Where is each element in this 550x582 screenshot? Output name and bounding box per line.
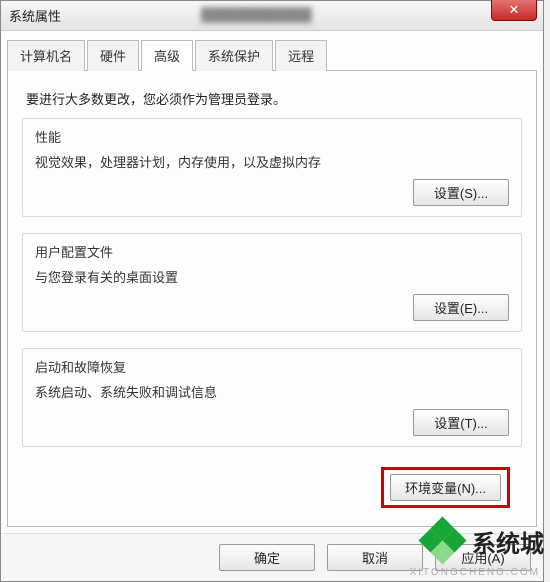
- group-startup-recovery-title: 启动和故障恢复: [35, 357, 509, 376]
- env-vars-highlight: 环境变量(N)...: [381, 467, 510, 508]
- group-user-profiles-desc: 与您登录有关的桌面设置: [35, 267, 509, 286]
- tab-computer-name[interactable]: 计算机名: [7, 40, 85, 71]
- tab-system-protection[interactable]: 系统保护: [195, 40, 273, 71]
- tab-advanced[interactable]: 高级: [141, 40, 193, 71]
- close-button[interactable]: ✕: [491, 0, 537, 21]
- group-performance-title: 性能: [35, 127, 509, 146]
- client-area: 计算机名 硬件 高级 系统保护 远程 要进行大多数更改，您必须作为管理员登录。 …: [1, 31, 543, 533]
- window-title: 系统属性: [9, 6, 61, 25]
- ok-button[interactable]: 确定: [219, 544, 315, 571]
- close-icon: ✕: [509, 2, 520, 18]
- user-profiles-settings-button[interactable]: 设置(E)...: [413, 294, 509, 321]
- row: 设置(E)...: [35, 294, 509, 321]
- blurred-text: ████████████: [201, 7, 312, 22]
- group-user-profiles: 用户配置文件 与您登录有关的桌面设置 设置(E)...: [22, 233, 522, 332]
- group-startup-recovery: 启动和故障恢复 系统启动、系统失败和调试信息 设置(T)...: [22, 348, 522, 447]
- group-performance: 性能 视觉效果，处理器计划，内存使用，以及虚拟内存 设置(S)...: [22, 118, 522, 217]
- titlebar: 系统属性 ████████████ ✕: [1, 1, 543, 31]
- environment-variables-button[interactable]: 环境变量(N)...: [390, 474, 501, 501]
- group-performance-desc: 视觉效果，处理器计划，内存使用，以及虚拟内存: [35, 152, 509, 171]
- group-user-profiles-title: 用户配置文件: [35, 242, 509, 261]
- row: 设置(S)...: [35, 179, 509, 206]
- tab-remote[interactable]: 远程: [275, 40, 327, 71]
- env-row: 环境变量(N)...: [22, 463, 522, 512]
- tab-strip: 计算机名 硬件 高级 系统保护 远程: [7, 39, 537, 71]
- group-startup-recovery-desc: 系统启动、系统失败和调试信息: [35, 382, 509, 401]
- system-properties-window: 系统属性 ████████████ ✕ 计算机名 硬件 高级 系统保护 远程 要…: [0, 0, 544, 582]
- startup-recovery-settings-button[interactable]: 设置(T)...: [413, 409, 509, 436]
- tab-body-advanced: 要进行大多数更改，您必须作为管理员登录。 性能 视觉效果，处理器计划，内存使用，…: [7, 71, 537, 527]
- watermark-subtext: XITONGCHENG.COM: [410, 567, 540, 578]
- admin-intro-text: 要进行大多数更改，您必须作为管理员登录。: [26, 89, 522, 108]
- tab-hardware[interactable]: 硬件: [87, 40, 139, 71]
- performance-settings-button[interactable]: 设置(S)...: [413, 179, 509, 206]
- row: 设置(T)...: [35, 409, 509, 436]
- cancel-button[interactable]: 取消: [327, 544, 423, 571]
